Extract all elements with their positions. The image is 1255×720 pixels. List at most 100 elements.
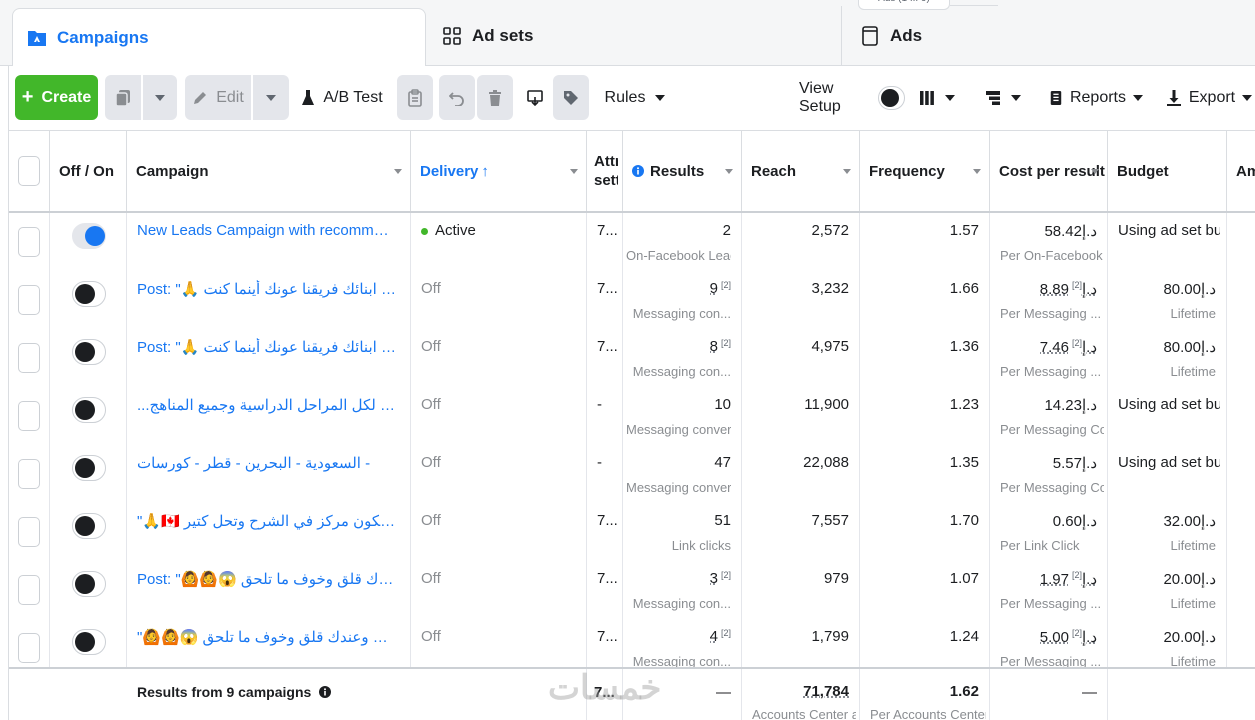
campaign-name-link[interactable]: Post: "🙆🙆😱 تحانات قربت وعندك قلق وخوف ما… xyxy=(137,570,397,588)
attribution-value: 7... xyxy=(597,570,618,587)
reports-dropdown[interactable]: Reports xyxy=(1049,75,1143,120)
footer-frequency-value: 1.62 xyxy=(949,683,979,700)
row-checkbox[interactable] xyxy=(18,285,40,315)
row-checkbox[interactable] xyxy=(18,401,40,431)
attribution-value: 7... xyxy=(597,628,618,645)
cost-number: 1.97د.إ xyxy=(1039,571,1097,588)
campaign-name-link[interactable]: Post: "🙏 لتسهيل الدراسة على ابنائك فريقن… xyxy=(137,280,397,298)
row-checkbox[interactable] xyxy=(18,343,40,373)
select-all-checkbox[interactable] xyxy=(18,156,40,186)
campaign-on-off-toggle[interactable] xyxy=(72,455,106,481)
row-checkbox[interactable] xyxy=(18,517,40,547)
campaign-on-off-toggle[interactable] xyxy=(72,513,106,539)
table-row[interactable]: "🙏🇨🇦 يلا سجل عشان تكون مركز في الشرح وتح… xyxy=(9,503,1255,561)
campaign-name-link[interactable]: "🙏🇨🇦 يلا سجل عشان تكون مركز في الشرح وتح… xyxy=(137,512,397,530)
header-attribution[interactable]: Attr sett xyxy=(587,131,623,211)
view-setup-toggle[interactable]: View Setup xyxy=(799,75,905,120)
header-amount[interactable]: Am xyxy=(1227,131,1255,211)
view-setup-switch[interactable] xyxy=(878,85,905,110)
cost-number: 58.42د.إ xyxy=(1044,223,1097,240)
ab-test-button[interactable]: A/B Test xyxy=(299,75,385,120)
frequency-value: 1.23 xyxy=(949,396,979,413)
rules-dropdown[interactable]: Rules xyxy=(603,75,667,120)
reach-cell: 4,975 xyxy=(742,329,860,387)
header-results[interactable]: Results xyxy=(623,131,742,211)
frequency-value: 1.35 xyxy=(949,454,979,471)
cost-value: 14.23د.إ xyxy=(1044,396,1097,414)
campaign-name-link[interactable]: "🙆🙆😱 الامتحانات قربت وعندك قلق وخوف ما ت… xyxy=(137,628,397,646)
header-campaign[interactable]: Campaign xyxy=(127,131,411,211)
footnote-mark: [2] xyxy=(720,570,731,580)
frequency-value: 1.07 xyxy=(949,570,979,587)
reach-value: 7,557 xyxy=(811,512,849,529)
footnote-mark: [2] xyxy=(1071,338,1082,348)
clipboard-button[interactable] xyxy=(397,75,433,120)
campaign-on-off-toggle[interactable] xyxy=(72,339,106,365)
campaign-on-off-toggle[interactable] xyxy=(72,281,106,307)
row-checkbox[interactable] xyxy=(18,575,40,605)
footer-cost: — xyxy=(990,669,1108,720)
reach-cell: 11,900 xyxy=(742,387,860,445)
undo-button[interactable] xyxy=(439,75,475,120)
amount-cell xyxy=(1227,445,1255,503)
duplicate-button[interactable] xyxy=(105,75,141,120)
table-row[interactable]: Post: "🙏 لتسهيل الدراسة على ابنائك فريقن… xyxy=(9,271,1255,329)
tag-button[interactable] xyxy=(553,75,589,120)
campaign-name-cell: Post: "🙏 لتسهيل الدراسة على ابنائك فريقن… xyxy=(127,329,411,387)
table-row[interactable]: السعودية - البحرين - قطر - كورسات - Off - 4… xyxy=(9,445,1255,503)
header-cost-per-result[interactable]: Cost per result xyxy=(990,131,1108,211)
campaign-name-link[interactable]: السعودية - البحرين - قطر - كورسات - xyxy=(137,454,397,472)
delivery-status: Off xyxy=(421,454,441,471)
campaign-name-link[interactable]: ...ص مجموعات وبرايفت لكل المراحل الدراسي… xyxy=(137,396,397,414)
campaign-name-link[interactable]: New Leads Campaign with recommended set.… xyxy=(137,222,397,239)
chevron-down-icon xyxy=(155,94,165,101)
row-select-cell xyxy=(9,503,50,561)
info-icon xyxy=(632,165,644,177)
attribution-cell: - xyxy=(587,445,623,503)
header-budget[interactable]: Budget xyxy=(1108,131,1227,211)
row-checkbox[interactable] xyxy=(18,459,40,489)
duplicate-dropdown[interactable] xyxy=(143,75,177,120)
edit-dropdown[interactable] xyxy=(253,75,289,120)
campaign-name-link[interactable]: Post: "🙏 لتسهيل الدراسة على ابنائك فريقن… xyxy=(137,338,397,356)
reach-value: 11,900 xyxy=(804,396,849,413)
duplicate-icon xyxy=(115,89,130,107)
campaign-name-cell: "🙏🇨🇦 يلا سجل عشان تكون مركز في الشرح وتح… xyxy=(127,503,411,561)
header-delivery[interactable]: Delivery ↑ xyxy=(411,131,587,211)
header-reach[interactable]: Reach xyxy=(742,131,860,211)
tab-campaigns[interactable]: Campaigns xyxy=(12,8,426,67)
cost-per-result-cell: 8.89د.إ[2] Per Messaging ... xyxy=(990,271,1108,329)
reports-icon xyxy=(1050,90,1062,105)
header-cost-label: Cost per result xyxy=(999,162,1105,180)
columns-dropdown[interactable] xyxy=(915,75,959,120)
row-checkbox[interactable] xyxy=(18,227,40,257)
delete-button[interactable] xyxy=(477,75,513,120)
table-row[interactable]: Post: "🙏 لتسهيل الدراسة على ابنائك فريقن… xyxy=(9,329,1255,387)
footer-reach-sub: Accounts Center ac... xyxy=(752,707,856,720)
campaign-name-cell: ...ص مجموعات وبرايفت لكل المراحل الدراسي… xyxy=(127,387,411,445)
row-checkbox[interactable] xyxy=(18,633,40,663)
table-row[interactable]: Post: "🙆🙆😱 تحانات قربت وعندك قلق وخوف ما… xyxy=(9,561,1255,619)
row-select-cell xyxy=(9,271,50,329)
campaign-on-off-toggle[interactable] xyxy=(72,397,106,423)
budget-type: Lifetime xyxy=(1170,306,1216,321)
table-row[interactable]: ...ص مجموعات وبرايفت لكل المراحل الدراسي… xyxy=(9,387,1255,445)
export-dropdown[interactable]: Export xyxy=(1165,75,1253,120)
table-row[interactable]: New Leads Campaign with recommended set.… xyxy=(9,213,1255,271)
preview-button[interactable] xyxy=(517,75,553,120)
tab-ad-sets[interactable]: Ad sets xyxy=(428,6,842,66)
watermark: خمسات xyxy=(548,669,662,707)
breakdown-dropdown[interactable] xyxy=(981,75,1025,120)
campaign-on-off-toggle[interactable] xyxy=(72,571,106,597)
results-value: 10 xyxy=(714,396,731,413)
view-setup-label: View Setup xyxy=(799,79,841,115)
header-frequency[interactable]: Frequency xyxy=(860,131,990,211)
campaign-on-off-toggle[interactable] xyxy=(72,223,106,249)
edit-button[interactable]: Edit xyxy=(185,75,251,120)
footer-frequency-sub: Per Accounts Center a... xyxy=(870,707,986,720)
header-off-on[interactable]: Off / On xyxy=(50,131,127,211)
delivery-cell: Off xyxy=(411,561,587,619)
campaign-on-off-toggle[interactable] xyxy=(72,629,106,655)
create-button[interactable]: + Create xyxy=(15,75,98,120)
tab-ads[interactable]: Ads xyxy=(846,6,1246,66)
